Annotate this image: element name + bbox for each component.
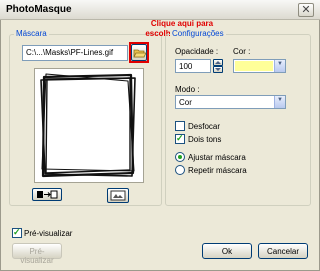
cor-swatch [235,61,273,71]
modo-dropdown-button[interactable]: ▼ [274,96,285,108]
ok-button[interactable]: Ok [202,243,252,259]
frame-lines-image [40,73,136,178]
desfocar-checkbox[interactable] [175,121,185,131]
opacidade-input[interactable]: 100 [175,59,211,73]
close-icon: ✕ [301,4,311,16]
title-bar[interactable]: PhotoMasque ✕ [0,0,320,20]
desfocar-label[interactable]: Desfocar [188,122,220,131]
opacidade-spin-up[interactable] [213,59,223,66]
check-icon: ✓ [176,133,184,143]
radio-selected-dot [178,155,182,159]
dois-tons-label[interactable]: Dois tons [188,135,221,144]
mascara-legend: Máscara [14,29,49,38]
spin-up-icon [215,61,221,64]
repetir-mascara-radio[interactable] [175,165,185,175]
pre-visualizar-checkbox-label[interactable]: Pré-visualizar [24,229,72,238]
window-title: PhotoMasque [6,4,72,15]
chevron-down-icon: ▼ [277,61,283,67]
mask-file-path-field[interactable]: C:\...\Masks\PF-Lines.gif [22,45,128,61]
ajustar-mascara-radio[interactable] [175,152,185,162]
cor-dropdown-button[interactable]: ▼ [274,60,285,72]
folder-open-icon [133,49,147,58]
opacidade-label: Opacidade : [175,47,219,56]
modo-label: Modo : [175,85,200,94]
repetir-mascara-label[interactable]: Repetir máscara [188,166,247,175]
cancel-button[interactable]: Cancelar [258,243,308,259]
mask-preview-image [34,68,144,183]
fit-mask-button[interactable] [107,188,129,203]
pre-visualizar-checkbox[interactable]: ✓ [12,227,22,238]
spin-down-icon [215,68,221,71]
modo-select[interactable]: Cor ▼ [175,95,286,109]
cor-color-picker[interactable]: ▼ [233,59,286,73]
close-button[interactable]: ✕ [298,3,314,17]
image-fit-icon [110,190,126,201]
configuracoes-legend: Configurações [170,29,226,38]
check-icon: ✓ [13,227,21,237]
ajustar-mascara-label[interactable]: Ajustar máscara [188,153,246,162]
opacidade-spin-down[interactable] [213,66,223,73]
cor-label: Cor : [233,47,251,56]
invert-mask-button[interactable] [32,188,62,201]
pre-visualizar-button[interactable]: Pré-visualizar [12,243,62,265]
dois-tons-checkbox[interactable]: ✓ [175,133,185,144]
open-mask-button[interactable] [131,44,147,61]
invert-icon [37,190,58,199]
chevron-down-icon: ▼ [277,97,283,103]
